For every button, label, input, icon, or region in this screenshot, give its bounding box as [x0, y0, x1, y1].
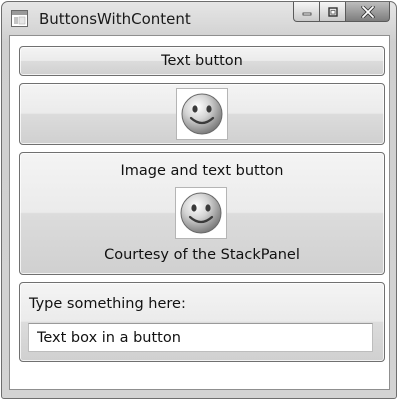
window-app-icon[interactable]	[11, 10, 28, 27]
image-and-text-button[interactable]: Image and text button Courtesy of the St…	[19, 152, 385, 275]
smiley-face-icon	[181, 93, 223, 135]
window-title: ButtonsWithContent	[39, 10, 191, 28]
text-button[interactable]: Text button	[19, 46, 385, 76]
maximize-icon	[327, 6, 338, 17]
textbox-button-label: Type something here:	[29, 296, 186, 312]
caption-buttons	[293, 2, 390, 22]
maximize-button[interactable]	[320, 2, 346, 22]
app-window: ButtonsWithContent Text button Image and…	[1, 1, 397, 399]
close-button[interactable]	[346, 2, 390, 22]
image-button[interactable]	[19, 83, 385, 145]
minimize-button[interactable]	[293, 2, 320, 22]
close-icon	[360, 5, 375, 18]
textbox-button[interactable]: Type something here:	[19, 282, 385, 362]
combo-top-label: Image and text button	[120, 163, 284, 179]
combo-image-frame	[175, 187, 227, 239]
minimize-icon	[302, 12, 311, 15]
textbox-input[interactable]	[28, 323, 373, 352]
smiley-face-icon	[180, 192, 222, 234]
window-client-area: Text button Image and text button Courte…	[9, 35, 390, 390]
image-frame	[176, 88, 228, 140]
combo-bottom-label: Courtesy of the StackPanel	[104, 247, 300, 263]
text-button-label: Text button	[161, 53, 243, 69]
title-bar[interactable]: ButtonsWithContent	[2, 2, 396, 36]
